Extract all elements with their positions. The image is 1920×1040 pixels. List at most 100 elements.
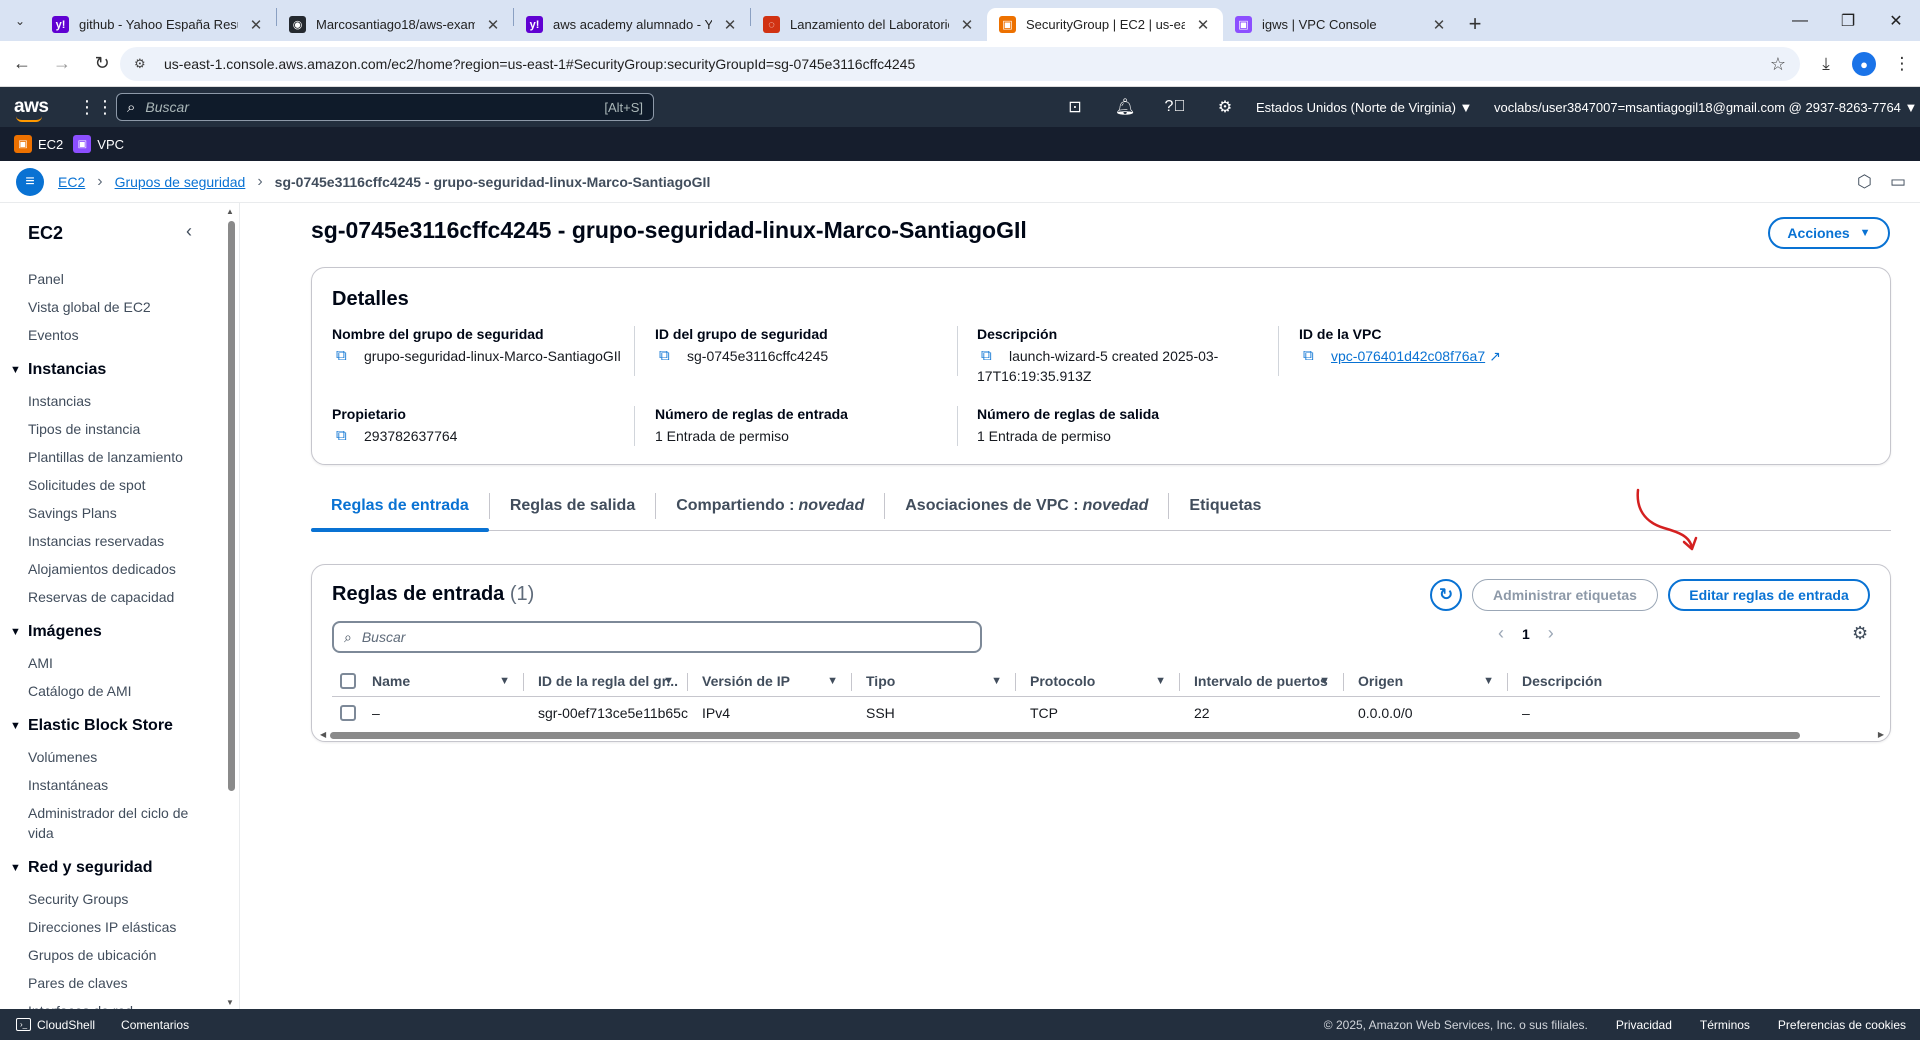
tab-search-icon[interactable]: ⌄ <box>0 0 40 41</box>
feedback-hexagon-icon[interactable]: ⬡ <box>1857 172 1872 192</box>
sidebar-item-ami[interactable]: AMI <box>0 649 226 677</box>
restore-icon[interactable]: ❐ <box>1824 0 1872 41</box>
column-header[interactable]: ID de la regla del gr... ▼ <box>524 665 688 697</box>
region-selector[interactable]: Estados Unidos (Norte de Virginia) ▼ <box>1256 87 1472 127</box>
copy-icon[interactable]: ⧉ <box>659 346 677 366</box>
next-page-icon[interactable]: › <box>1548 623 1554 644</box>
hamburger-menu-icon[interactable]: ≡ <box>16 167 44 196</box>
browser-tab[interactable]: ◌ Lanzamiento del Laboratorio para ✕ <box>751 8 987 41</box>
rules-search-input[interactable]: ⌕ Buscar <box>332 621 982 653</box>
terms-link[interactable]: Términos <box>1700 1018 1750 1032</box>
copy-icon[interactable]: ⧉ <box>336 426 354 446</box>
close-tab-icon[interactable]: ✕ <box>722 16 738 34</box>
settings-gear-icon[interactable]: ⚙ <box>1200 97 1250 117</box>
column-header[interactable]: Protocolo ▼ <box>1016 665 1180 697</box>
info-panel-icon[interactable]: ▭ <box>1890 172 1906 192</box>
scroll-up-icon[interactable]: ▲ <box>226 207 234 216</box>
column-header[interactable]: Versión de IP ▼ <box>688 665 852 697</box>
copy-icon[interactable]: ⧉ <box>981 346 999 366</box>
sidebar-item-tipos-de-instancia[interactable]: Tipos de instancia <box>0 415 226 443</box>
browser-tab[interactable]: ◉ Marcosantiago18/aws-examen ✕ <box>277 8 513 41</box>
tab-reglas-de-entrada[interactable]: Reglas de entrada <box>311 481 489 532</box>
sidebar-item-vol-menes[interactable]: Volúmenes <box>0 743 226 771</box>
close-window-icon[interactable]: ✕ <box>1872 0 1920 41</box>
tab-asociaciones-de-vpc[interactable]: Asociaciones de VPC : novedad <box>885 481 1168 531</box>
sidebar-item-administrador-del-ciclo-de-vida[interactable]: Administrador del ciclo de vida <box>0 799 200 847</box>
table-horizontal-scrollbar[interactable]: ◀ ▶ <box>320 729 1884 741</box>
favorite-ec2[interactable]: ▣ EC2 <box>14 135 63 153</box>
tab-reglas-de-salida[interactable]: Reglas de salida <box>490 481 655 531</box>
close-tab-icon[interactable]: ✕ <box>959 16 975 34</box>
sidebar-item-alojamientos-dedicados[interactable]: Alojamientos dedicados <box>0 555 226 583</box>
browser-tab[interactable]: ▣ SecurityGroup | EC2 | us-east-1 ✕ <box>987 8 1223 41</box>
help-icon[interactable]: ?⃝ <box>1150 98 1200 116</box>
sidebar-section-header[interactable]: ▼ Imágenes <box>0 615 226 649</box>
minimize-icon[interactable]: — <box>1776 0 1824 41</box>
browser-tab[interactable]: ▣ igws | VPC Console ✕ <box>1223 8 1459 41</box>
favorite-vpc[interactable]: ▣ VPC <box>73 135 124 153</box>
profile-avatar[interactable]: ● <box>1852 52 1876 76</box>
sort-caret-icon[interactable]: ▼ <box>827 675 838 687</box>
vpc-link[interactable]: vpc-076401d42c08f76a7 <box>1331 346 1485 366</box>
forward-icon[interactable]: → <box>44 46 80 82</box>
close-tab-icon[interactable]: ✕ <box>1195 16 1211 34</box>
table-row[interactable]: – sgr-00ef713ce5e11b65c IPv4 SSH TCP 22 0.0.0.… <box>332 697 1880 729</box>
sidebar-item-panel[interactable]: Panel <box>0 265 226 293</box>
cookie-preferences-link[interactable]: Preferencias de cookies <box>1778 1018 1906 1032</box>
actions-button[interactable]: Acciones ▼ <box>1768 217 1890 249</box>
sidebar-item-eventos[interactable]: Eventos <box>0 321 226 349</box>
sidebar-item-pares-de-claves[interactable]: Pares de claves <box>0 969 226 997</box>
aws-logo[interactable]: aws <box>14 96 66 122</box>
page-number[interactable]: 1 <box>1522 626 1530 642</box>
breadcrumb-ec2[interactable]: EC2 <box>58 174 85 190</box>
browser-tab[interactable]: y! github - Yahoo España Resultados ✕ <box>40 8 276 41</box>
sort-caret-icon[interactable]: ▼ <box>499 675 510 687</box>
sidebar-item-solicitudes-de-spot[interactable]: Solicitudes de spot <box>0 471 226 499</box>
aws-search-input[interactable]: ⌕ Buscar [Alt+S] <box>116 93 654 121</box>
close-tab-icon[interactable]: ✕ <box>1431 16 1447 34</box>
sidebar-item-reservas-de-capacidad[interactable]: Reservas de capacidad <box>0 583 226 611</box>
tab-compartiendo[interactable]: Compartiendo : novedad <box>656 481 884 531</box>
sidebar-section-header[interactable]: ▼ Red y seguridad <box>0 851 226 885</box>
privacy-link[interactable]: Privacidad <box>1616 1018 1672 1032</box>
sidebar-item-interfaces-de-red[interactable]: Interfaces de red <box>0 997 226 1009</box>
download-icon[interactable]: ⤓ <box>1808 54 1844 74</box>
manage-tags-button[interactable]: Administrar etiquetas <box>1472 579 1658 611</box>
sidebar-section-header[interactable]: ▼ Elastic Block Store <box>0 709 226 743</box>
cloudshell-icon[interactable]: ⊡ <box>1050 97 1100 117</box>
close-tab-icon[interactable]: ✕ <box>248 16 264 34</box>
sort-caret-icon[interactable]: ▼ <box>663 675 674 687</box>
scroll-right-icon[interactable]: ▶ <box>1878 730 1884 739</box>
sidebar-item-cat-logo-de-ami[interactable]: Catálogo de AMI <box>0 677 226 705</box>
column-header[interactable]: Intervalo de puertos ▼ <box>1180 665 1344 697</box>
comments-link[interactable]: Comentarios <box>121 1018 189 1032</box>
prev-page-icon[interactable]: ‹ <box>1498 623 1504 644</box>
column-header[interactable]: Name ▼ <box>358 665 524 697</box>
sidebar-item-instancias[interactable]: Instancias <box>0 387 226 415</box>
column-header[interactable]: Origen ▼ <box>1344 665 1508 697</box>
notifications-bell-icon[interactable]: 🔔︎ <box>1100 97 1150 117</box>
browser-menu-icon[interactable]: ⋮ <box>1884 54 1920 74</box>
sidebar-item-grupos-de-ubicaci-n[interactable]: Grupos de ubicación <box>0 941 226 969</box>
site-info-icon[interactable]: ⚙ <box>134 56 150 72</box>
column-header[interactable]: Descripción <box>1508 665 1628 697</box>
sidebar-item-vista-global-de-ec2[interactable]: Vista global de EC2 <box>0 293 226 321</box>
sidebar-item-instant-neas[interactable]: Instantáneas <box>0 771 226 799</box>
url-input[interactable]: ⚙ us-east-1.console.aws.amazon.com/ec2/h… <box>120 47 1800 81</box>
sort-caret-icon[interactable]: ▼ <box>1483 675 1494 687</box>
sort-caret-icon[interactable]: ▼ <box>1155 675 1166 687</box>
sidebar-item-security-groups[interactable]: Security Groups <box>0 885 226 913</box>
sidebar-item-direcciones-ip-el-sticas[interactable]: Direcciones IP elásticas <box>0 913 226 941</box>
copy-icon[interactable]: ⧉ <box>1303 346 1321 366</box>
scroll-down-icon[interactable]: ▼ <box>226 998 234 1007</box>
bookmark-star-icon[interactable]: ☆ <box>1770 54 1786 75</box>
close-tab-icon[interactable]: ✕ <box>485 16 501 34</box>
reload-icon[interactable]: ↻ <box>84 46 120 82</box>
browser-tab[interactable]: y! aws academy alumnado - Yahoo ✕ <box>514 8 750 41</box>
table-scroll-thumb[interactable] <box>330 732 1800 739</box>
sort-caret-icon[interactable]: ▼ <box>1319 675 1330 687</box>
sidebar-item-plantillas-de-lanzamiento[interactable]: Plantillas de lanzamiento <box>0 443 226 471</box>
sidebar-scrollbar[interactable]: ▲ ▼ <box>226 207 236 1007</box>
external-link-icon[interactable]: ↗ <box>1489 346 1501 366</box>
back-icon[interactable]: ← <box>4 46 40 82</box>
